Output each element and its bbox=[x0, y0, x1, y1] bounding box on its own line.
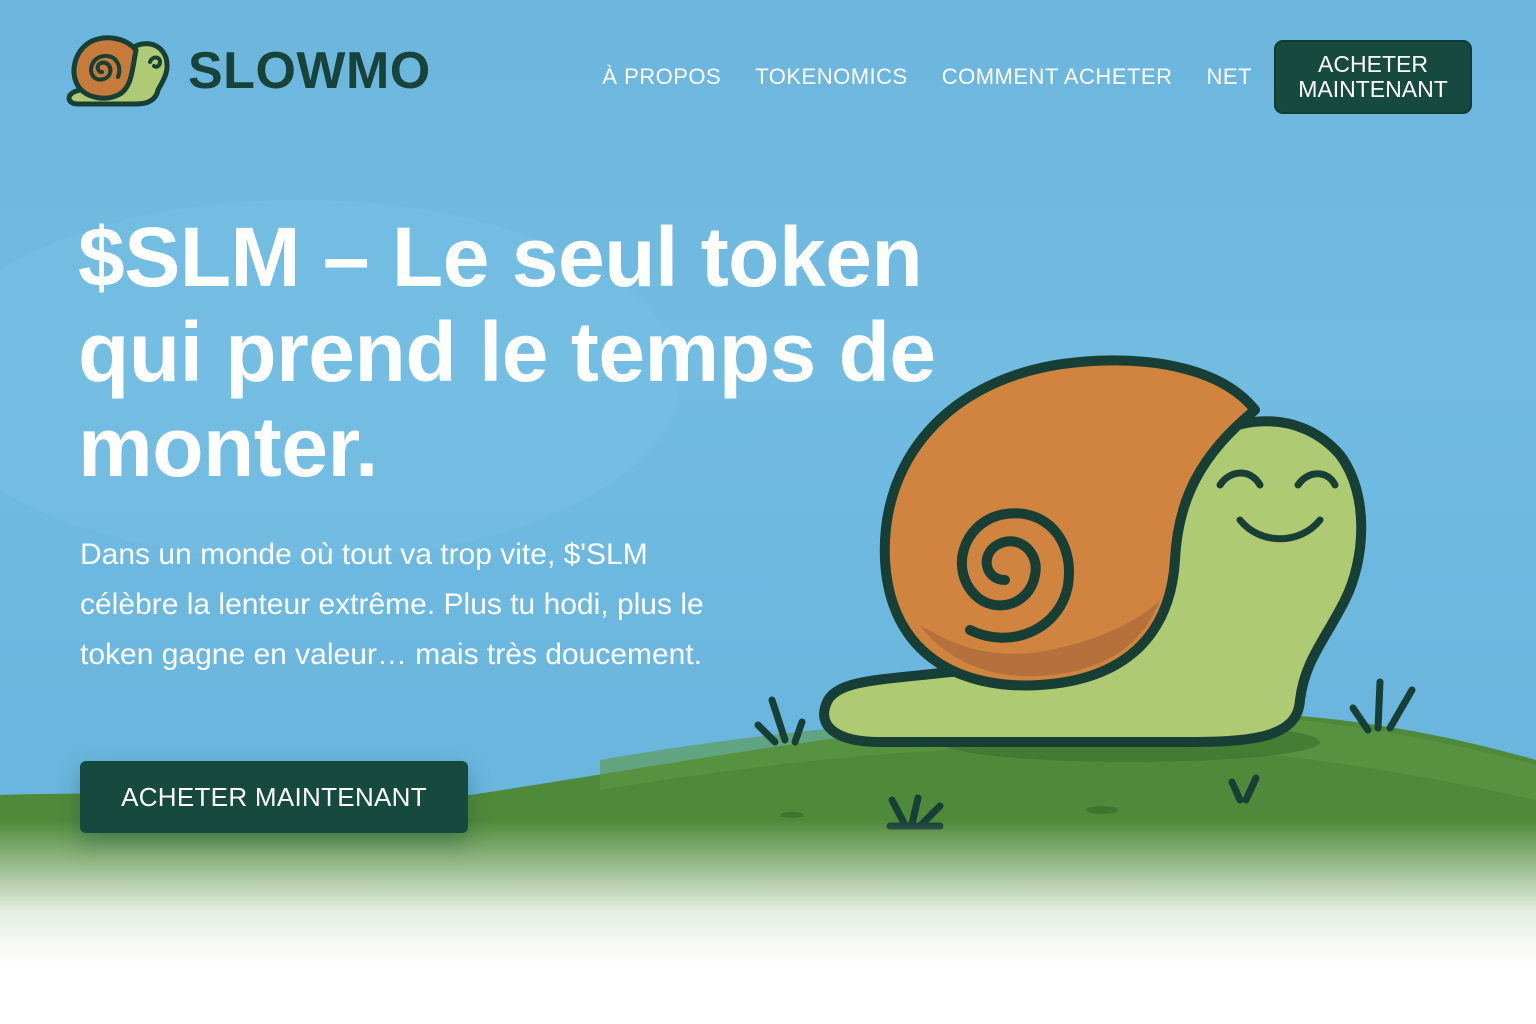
nav-link-comment-acheter[interactable]: COMMENT ACHETER bbox=[942, 64, 1173, 90]
snail-logo-icon bbox=[66, 30, 174, 112]
bottom-fade bbox=[0, 820, 1536, 1024]
hero-buy-now-button[interactable]: ACHETER MAINTENANT bbox=[80, 761, 468, 833]
grass-patch bbox=[780, 812, 804, 818]
nav-link-net[interactable]: NET bbox=[1207, 64, 1253, 90]
hero-title: $SLM – Le seul token qui prend le temps … bbox=[78, 210, 936, 494]
grass-tuft-icon bbox=[754, 696, 806, 746]
nav-link-tokenomics[interactable]: TOKENOMICS bbox=[755, 64, 908, 90]
grass-tuft-icon bbox=[1349, 678, 1416, 734]
nav-buy-now-button[interactable]: ACHETER MAINTENANT bbox=[1274, 40, 1472, 114]
site-logo[interactable]: SLOWMO bbox=[66, 30, 431, 112]
hero-description: Dans un monde où tout va trop vite, $'SL… bbox=[80, 538, 704, 671]
grass-patch bbox=[1086, 806, 1118, 814]
landing-page: SLOWMO À PROPOS TOKENOMICS COMMENT ACHET… bbox=[0, 0, 1536, 1024]
main-nav: À PROPOS TOKENOMICS COMMENT ACHETER NET … bbox=[602, 40, 1472, 114]
nav-link-a-propos[interactable]: À PROPOS bbox=[602, 64, 721, 90]
brand-name: SLOWMO bbox=[188, 42, 431, 100]
